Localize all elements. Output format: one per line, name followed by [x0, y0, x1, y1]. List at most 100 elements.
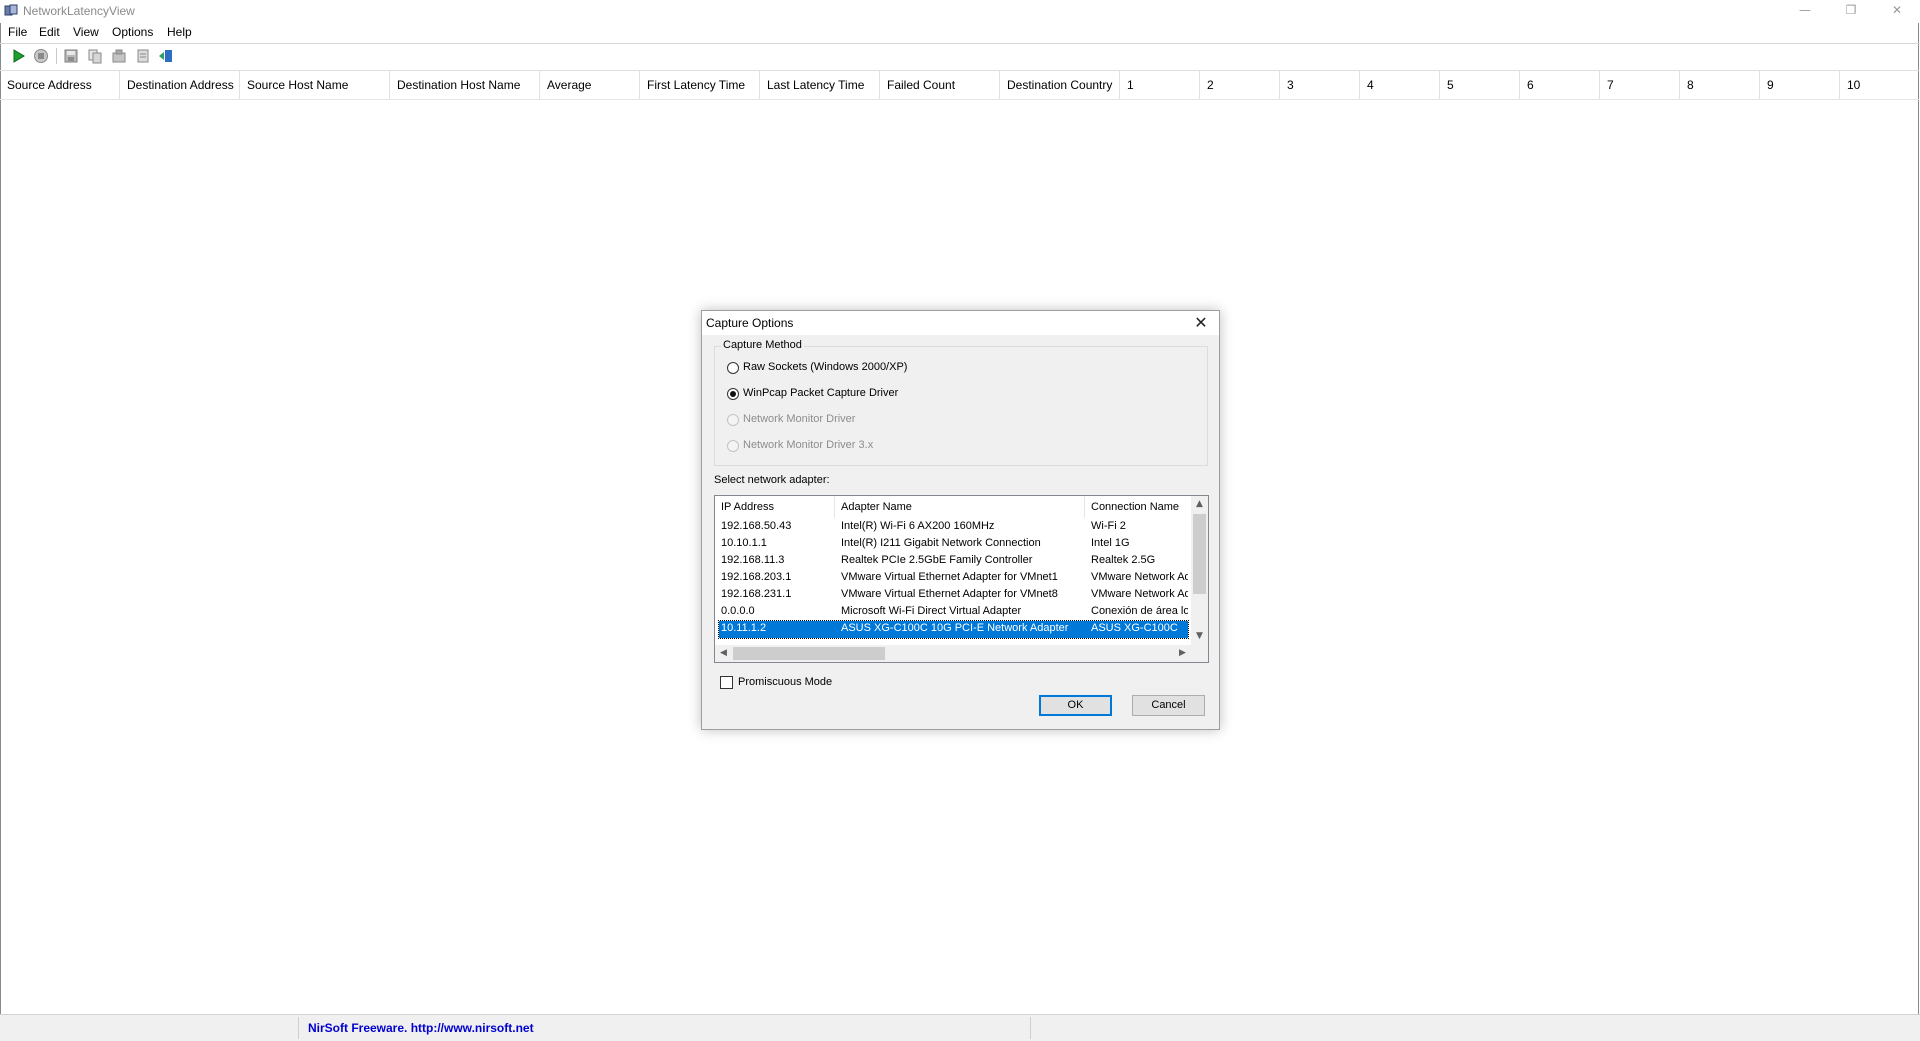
- dialog-close-icon[interactable]: ✕: [1189, 312, 1213, 334]
- menu-file[interactable]: File: [6, 25, 29, 39]
- adapter-connection: Realtek 2.5G: [1091, 554, 1156, 566]
- adapter-connection: Conexión de área loc: [1091, 605, 1188, 617]
- col-3[interactable]: 3: [1280, 71, 1360, 99]
- scroll-left-icon[interactable]: ◀: [715, 645, 732, 662]
- checkbox-label: Promiscuous Mode: [738, 676, 833, 688]
- cancel-button[interactable]: Cancel: [1132, 695, 1205, 716]
- col-1[interactable]: 1: [1120, 71, 1200, 99]
- minimize-icon[interactable]: —: [1782, 0, 1828, 23]
- menu-edit[interactable]: Edit: [37, 25, 62, 39]
- adapter-name: VMware Virtual Ethernet Adapter for VMne…: [841, 571, 1058, 583]
- col-destination-address[interactable]: Destination Address: [120, 71, 240, 99]
- adapter-ip: 192.168.231.1: [721, 588, 792, 600]
- col-10[interactable]: 10: [1840, 71, 1919, 99]
- capture-method-label: Capture Method: [721, 339, 804, 351]
- adapter-name: ASUS XG-C100C 10G PCI-E Network Adapter: [841, 622, 1069, 634]
- scroll-down-icon[interactable]: ▼: [1191, 628, 1208, 645]
- adapter-row[interactable]: 192.168.11.3 Realtek PCIe 2.5GbE Family …: [719, 553, 1188, 570]
- status-pane-count: [0, 1017, 299, 1039]
- properties-icon[interactable]: [111, 48, 127, 64]
- adapter-row[interactable]: 192.168.203.1 VMware Virtual Ethernet Ad…: [719, 570, 1188, 587]
- html-report-icon[interactable]: [135, 48, 151, 64]
- col-source-address[interactable]: Source Address: [0, 71, 120, 99]
- scroll-thumb[interactable]: [733, 647, 885, 660]
- adapter-ip: 0.0.0.0: [721, 605, 755, 617]
- radio-label: Network Monitor Driver 3.x: [743, 439, 874, 451]
- col-6[interactable]: 6: [1520, 71, 1600, 99]
- adapter-connection: ASUS XG-C100C: [1091, 622, 1178, 634]
- toolbar-separator: [56, 48, 57, 64]
- adapter-row-selected[interactable]: 10.11.1.2 ASUS XG-C100C 10G PCI-E Networ…: [718, 620, 1189, 639]
- col-9[interactable]: 9: [1760, 71, 1840, 99]
- menu-help[interactable]: Help: [165, 25, 194, 39]
- menu-options[interactable]: Options: [110, 25, 155, 39]
- scroll-thumb[interactable]: [1193, 514, 1206, 594]
- col-first-latency-time[interactable]: First Latency Time: [640, 71, 760, 99]
- col-source-host-name[interactable]: Source Host Name: [240, 71, 390, 99]
- adapter-row[interactable]: 192.168.231.1 VMware Virtual Ethernet Ad…: [719, 587, 1188, 604]
- adapter-name: Microsoft Wi-Fi Direct Virtual Adapter: [841, 605, 1022, 617]
- adapter-ip: 192.168.11.3: [721, 554, 785, 566]
- adapter-name: Intel(R) Wi-Fi 6 AX200 160MHz: [841, 520, 995, 532]
- col-connection-name[interactable]: Connection Name: [1085, 496, 1191, 518]
- col-average[interactable]: Average: [540, 71, 640, 99]
- adapter-name: Realtek PCIe 2.5GbE Family Controller: [841, 554, 1033, 566]
- adapter-row[interactable]: 0.0.0.0 Microsoft Wi-Fi Direct Virtual A…: [719, 604, 1188, 621]
- col-destination-country[interactable]: Destination Country: [1000, 71, 1120, 99]
- exit-icon[interactable]: [158, 48, 174, 64]
- adapter-ip: 10.11.1.2: [721, 622, 767, 634]
- adapter-name: Intel(R) I211 Gigabit Network Connection: [841, 537, 1041, 549]
- col-8[interactable]: 8: [1680, 71, 1760, 99]
- adapter-row[interactable]: 192.168.50.43 Intel(R) Wi-Fi 6 AX200 160…: [719, 519, 1188, 536]
- nirsoft-link[interactable]: NirSoft Freeware. http://www.nirsoft.net: [300, 1017, 1031, 1039]
- save-icon[interactable]: [63, 48, 79, 64]
- scroll-right-icon[interactable]: ▶: [1174, 645, 1191, 662]
- adapter-ip: 10.10.1.1: [721, 537, 767, 549]
- dialog-title-bar: Capture Options ✕: [702, 311, 1219, 335]
- adapter-row[interactable]: 10.10.1.1 Intel(R) I211 Gigabit Network …: [719, 536, 1188, 553]
- ok-button[interactable]: OK: [1039, 695, 1112, 716]
- copy-icon[interactable]: [87, 48, 103, 64]
- close-icon[interactable]: ✕: [1874, 0, 1920, 23]
- radio-button[interactable]: [727, 362, 739, 374]
- col-7[interactable]: 7: [1600, 71, 1680, 99]
- radio-button-checked[interactable]: [727, 388, 739, 400]
- adapter-select-label: Select network adapter:: [714, 474, 830, 486]
- col-last-latency-time[interactable]: Last Latency Time: [760, 71, 880, 99]
- menu-bar: File Edit View Options Help: [0, 23, 1920, 43]
- adapter-connection: VMware Network Ad: [1091, 588, 1188, 600]
- menu-view[interactable]: View: [71, 25, 101, 39]
- adapter-connection: Intel 1G: [1091, 537, 1130, 549]
- adapter-list-vscrollbar[interactable]: ▲ ▼: [1191, 496, 1208, 645]
- capture-options-dialog: Capture Options ✕ Capture Method Raw Soc…: [701, 310, 1220, 730]
- col-2[interactable]: 2: [1200, 71, 1280, 99]
- checkbox[interactable]: [720, 676, 733, 689]
- adapter-ip: 192.168.203.1: [721, 571, 792, 583]
- adapter-list[interactable]: IP Address Adapter Name Connection Name …: [714, 495, 1209, 663]
- start-capture-icon[interactable]: [10, 48, 26, 64]
- stop-capture-icon[interactable]: [33, 48, 49, 64]
- col-5[interactable]: 5: [1440, 71, 1520, 99]
- restore-icon[interactable]: ❐: [1828, 0, 1874, 23]
- radio-label: Network Monitor Driver: [743, 413, 856, 425]
- list-header: Source Address Destination Address Sourc…: [0, 71, 1919, 100]
- scrollbar-corner: [1191, 645, 1208, 662]
- app-icon: [4, 4, 18, 16]
- scroll-up-icon[interactable]: ▲: [1191, 496, 1208, 513]
- radio-button-disabled: [727, 414, 739, 426]
- radio-label: Raw Sockets (Windows 2000/XP): [743, 361, 908, 373]
- col-destination-host-name[interactable]: Destination Host Name: [390, 71, 540, 99]
- col-ip-address[interactable]: IP Address: [715, 496, 835, 518]
- window-title: NetworkLatencyView: [23, 4, 135, 18]
- radio-label: WinPcap Packet Capture Driver: [743, 387, 899, 399]
- adapter-list-hscrollbar[interactable]: ◀ ▶: [715, 645, 1191, 662]
- adapter-name: VMware Virtual Ethernet Adapter for VMne…: [841, 588, 1058, 600]
- col-failed-count[interactable]: Failed Count: [880, 71, 1000, 99]
- radio-button-disabled: [727, 440, 739, 452]
- adapter-connection: VMware Network Ad: [1091, 571, 1188, 583]
- dialog-title: Capture Options: [706, 316, 794, 330]
- adapter-list-header: IP Address Adapter Name Connection Name: [715, 496, 1190, 518]
- adapter-ip: 192.168.50.43: [721, 520, 792, 532]
- col-4[interactable]: 4: [1360, 71, 1440, 99]
- col-adapter-name[interactable]: Adapter Name: [835, 496, 1085, 518]
